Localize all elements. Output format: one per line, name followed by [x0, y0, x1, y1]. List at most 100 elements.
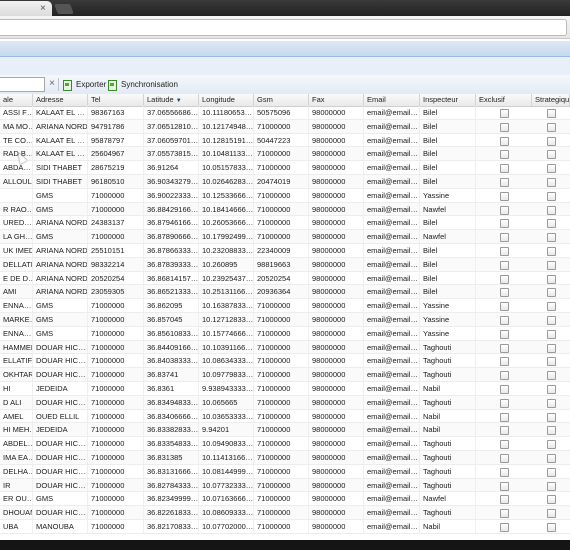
checkbox-exclusif[interactable] — [500, 191, 509, 201]
checkbox-strategique[interactable] — [547, 205, 556, 215]
table-row[interactable]: HI MEH…JEDEIDA7100000036.83382833…9.9420… — [0, 423, 570, 438]
table-row[interactable]: MARKE…GMS7100000036.85704510.12712833…71… — [0, 313, 570, 327]
checkbox-strategique[interactable] — [547, 357, 556, 367]
checkbox-exclusif[interactable] — [500, 136, 509, 146]
checkbox-strategique[interactable] — [547, 122, 556, 132]
table-row[interactable]: DELHA… DOUAR HIC… 71000000 36.83131666… 10.0… — [0, 464, 570, 479]
table-row[interactable]: E DE D… ARIANA NORD 20520254 36.86814157… 10… — [0, 271, 570, 286]
checkbox-strategique[interactable] — [547, 509, 556, 519]
checkbox-strategique[interactable] — [547, 440, 556, 450]
table-row[interactable]: ABDA… SIDI THABET 28675219 36.91264 10.05157… — [0, 161, 570, 175]
checkbox-exclusif[interactable] — [500, 371, 509, 381]
table-row[interactable]: AMI ARIANA NORD 23059305 36.86521333… 10.251… — [0, 285, 570, 300]
checkbox-exclusif[interactable] — [500, 164, 509, 174]
table-row[interactable]: UBA MANOUBA 71000000 36.82170833… 10.0770200… — [0, 520, 570, 534]
checkbox-exclusif[interactable] — [500, 316, 509, 325]
checkbox-strategique[interactable] — [547, 288, 556, 298]
column-header-exclusif[interactable]: Exclusif — [476, 94, 532, 106]
table-row[interactable]: IR DOUAR HIC… 71000000 36.82784333… 10.07732… — [0, 478, 570, 493]
table-row[interactable]: RAD B… KALAAT EL … 25604967 37.05573815… 10.… — [0, 147, 570, 162]
checkbox-exclusif[interactable] — [500, 247, 509, 256]
checkbox-strategique[interactable] — [547, 247, 556, 256]
sync-button[interactable]: Synchronisation — [108, 77, 178, 92]
checkbox-exclusif[interactable] — [500, 398, 509, 408]
table-row[interactable]: LA GH… GMS 71000000 36.87890666… 10.17992499… — [0, 230, 570, 244]
table-row[interactable]: ER OU… GMS 71000000 36.82349999… 10.07163666… — [0, 492, 570, 507]
checkbox-strategique[interactable] — [547, 274, 556, 284]
checkbox-strategique[interactable] — [547, 150, 556, 160]
checkbox-strategique[interactable] — [547, 343, 556, 353]
clear-search-icon[interactable]: × — [47, 77, 57, 90]
table-row[interactable]: URED… ARIANA NORD 24383137 36.87946166… 10.2… — [0, 216, 570, 231]
checkbox-exclusif[interactable] — [500, 481, 509, 491]
table-row[interactable]: HAMMEDDOUAR HIC…7100000036.84409166…10.1… — [0, 340, 570, 355]
table-row[interactable]: HI JEDEIDA 71000000 36.8361 9.938943333… 7100… — [0, 382, 570, 396]
column-header-gsm[interactable]: Gsm — [254, 94, 309, 106]
checkbox-strategique[interactable] — [547, 260, 556, 270]
table-row[interactable]: ASSI F… KALAAT EL … 98367163 37.06556686… 10… — [0, 106, 570, 120]
export-button[interactable]: Exporter — [63, 77, 106, 92]
checkbox-exclusif[interactable] — [500, 412, 509, 422]
column-header-adresse[interactable]: Adresse — [33, 94, 88, 106]
checkbox-strategique[interactable] — [547, 371, 556, 381]
checkbox-exclusif[interactable] — [500, 440, 509, 450]
checkbox-strategique[interactable] — [547, 136, 556, 146]
checkbox-exclusif[interactable] — [500, 509, 509, 519]
column-header-tel[interactable]: Tel — [88, 94, 144, 106]
table-row[interactable]: MA MO… ARIANA NORD 94791786 37.06512810… 10.… — [0, 119, 570, 134]
checkbox-exclusif[interactable] — [500, 357, 509, 367]
checkbox-exclusif[interactable] — [500, 329, 509, 339]
checkbox-exclusif[interactable] — [500, 109, 509, 118]
checkbox-strategique[interactable] — [547, 109, 556, 118]
column-header-strategique[interactable]: Strategique — [532, 94, 570, 106]
checkbox-strategique[interactable] — [547, 523, 556, 532]
checkbox-exclusif[interactable] — [500, 260, 509, 270]
checkbox-exclusif[interactable] — [500, 205, 509, 215]
checkbox-strategique[interactable] — [547, 412, 556, 422]
checkbox-strategique[interactable] — [547, 454, 556, 463]
checkbox-strategique[interactable] — [547, 219, 556, 229]
checkbox-strategique[interactable] — [547, 178, 556, 187]
checkbox-exclusif[interactable] — [500, 426, 509, 436]
checkbox-strategique[interactable] — [547, 329, 556, 339]
checkbox-strategique[interactable] — [547, 233, 556, 243]
column-header-email[interactable]: Email — [364, 94, 420, 106]
checkbox-exclusif[interactable] — [500, 288, 509, 298]
checkbox-strategique[interactable] — [547, 191, 556, 201]
column-header-longitude[interactable]: Longitude — [199, 94, 254, 106]
checkbox-strategique[interactable] — [547, 495, 556, 505]
checkbox-exclusif[interactable] — [500, 274, 509, 284]
checkbox-strategique[interactable] — [547, 426, 556, 436]
table-row[interactable]: TE CO… KALAAT EL … 95878797 37.06059701… 10.… — [0, 133, 570, 148]
checkbox-strategique[interactable] — [547, 481, 556, 491]
table-row[interactable]: D ALI DOUAR HIC… 71000000 36.83494833… 10.06… — [0, 395, 570, 410]
checkbox-exclusif[interactable] — [500, 178, 509, 187]
new-tab-button[interactable] — [54, 4, 74, 14]
browser-tab[interactable]: × — [0, 1, 52, 16]
table-row[interactable]: GMS 71000000 36.90022333… 10.12533666… 71000… — [0, 188, 570, 203]
checkbox-strategique[interactable] — [547, 316, 556, 325]
checkbox-exclusif[interactable] — [500, 523, 509, 532]
search-input[interactable] — [0, 77, 45, 92]
checkbox-strategique[interactable] — [547, 302, 556, 312]
checkbox-strategique[interactable] — [547, 164, 556, 174]
column-header-fax[interactable]: Fax — [309, 94, 364, 106]
checkbox-exclusif[interactable] — [500, 385, 509, 394]
table-row[interactable]: AMEL OUED ELLIL 71000000 36.83406666… 10.036… — [0, 409, 570, 424]
table-row[interactable]: ABDEL… DOUAR HIC… 71000000 36.83354833… 10.0… — [0, 437, 570, 451]
column-header-name[interactable]: ale — [0, 94, 33, 106]
column-header-latitude[interactable]: Latitude ▼ — [144, 94, 199, 106]
sort-desc-icon[interactable]: ▼ — [176, 98, 182, 104]
table-row[interactable]: OKHTAR DOUAR HIC… 71000000 36.83741 10.09779… — [0, 368, 570, 382]
table-row[interactable]: ENNA… GMS 71000000 36.862095 10.16387833… 710… — [0, 299, 570, 313]
checkbox-exclusif[interactable] — [500, 122, 509, 132]
table-row[interactable]: DHOUAN DOUAR HIC… 71000000 36.82261833… 10.0… — [0, 506, 570, 520]
checkbox-exclusif[interactable] — [500, 302, 509, 312]
checkbox-exclusif[interactable] — [500, 150, 509, 160]
checkbox-strategique[interactable] — [547, 385, 556, 394]
checkbox-exclusif[interactable] — [500, 495, 509, 505]
table-row[interactable]: UK IMED ARIANA NORD 25510151 36.87866333… 10… — [0, 244, 570, 258]
column-header-inspecteur[interactable]: Inspecteur — [420, 94, 476, 106]
checkbox-exclusif[interactable] — [500, 467, 509, 477]
table-row[interactable]: ALLOUL SIDI THABET 96180510 36.90343279… 10.… — [0, 175, 570, 189]
